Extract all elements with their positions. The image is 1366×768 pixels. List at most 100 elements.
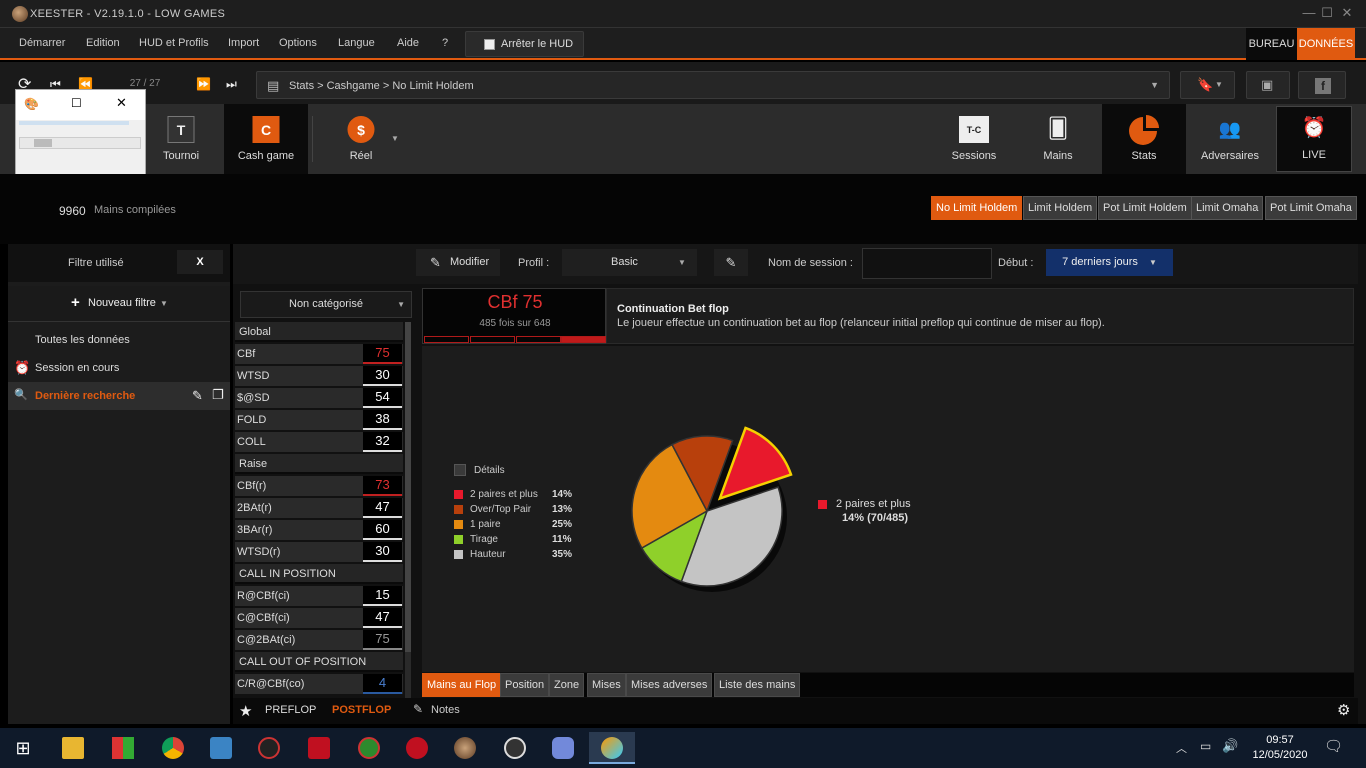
sessions-button[interactable]: T-C Sessions xyxy=(944,104,1004,174)
profil-select[interactable]: Basic ▼ xyxy=(562,249,697,276)
menu-langue[interactable]: Langue xyxy=(338,37,375,49)
taskbar-clock[interactable]: 09:57 12/05/2020 xyxy=(1245,733,1315,763)
breadcrumb[interactable]: ▤ Stats > Cashgame > No Limit Holdem ▼ xyxy=(256,71,1170,99)
notes-button[interactable]: Notes xyxy=(431,704,460,716)
tab-mains-au-flop[interactable]: Mains au Flop xyxy=(422,673,502,697)
game-lo-button[interactable]: Limit Omaha xyxy=(1191,196,1264,220)
app-window-icon[interactable] xyxy=(198,732,244,764)
modifier-button[interactable]: ✎ Modifier xyxy=(416,249,500,276)
paint-3d-icon[interactable] xyxy=(589,732,635,764)
game-plo-button[interactable]: Pot Limit Omaha xyxy=(1265,196,1357,220)
stat-row[interactable]: WTSD 30 xyxy=(235,366,403,386)
clipboard-button[interactable]: ▣ xyxy=(1246,71,1290,99)
bureau-tab[interactable]: BUREAU xyxy=(1246,28,1297,60)
last-page-icon[interactable]: ⏭ xyxy=(226,77,237,92)
tab-mises[interactable]: Mises xyxy=(587,673,626,697)
category-select[interactable]: Non catégorisé ▼ xyxy=(240,291,412,318)
discord-icon[interactable] xyxy=(540,732,586,764)
chevron-down-icon[interactable]: ▼ xyxy=(391,134,399,143)
facebook-button[interactable]: f xyxy=(1298,71,1346,99)
debut-select[interactable]: 7 derniers jours ▼ xyxy=(1046,249,1173,276)
maximize-icon[interactable]: ☐ xyxy=(71,96,82,110)
obs-icon[interactable] xyxy=(492,732,538,764)
preflop-tab[interactable]: PREFLOP xyxy=(265,704,316,716)
sidebar-item-all-data[interactable]: Toutes les données xyxy=(8,326,230,354)
volume-icon[interactable]: 🔊 xyxy=(1222,738,1238,754)
pokerstars-icon[interactable] xyxy=(394,732,440,764)
game-nlh-button[interactable]: No Limit Holdem xyxy=(931,196,1023,220)
game-lh-button[interactable]: Limit Holdem xyxy=(1023,196,1098,220)
pencil-icon[interactable]: ✎ xyxy=(192,388,203,404)
stat-row[interactable]: R@CBf(ci) 15 xyxy=(235,586,403,606)
tab-zone[interactable]: Zone xyxy=(549,673,585,697)
donnees-tab[interactable]: DONNÉES xyxy=(1297,28,1355,60)
legend-details-toggle[interactable]: Détails xyxy=(454,464,604,478)
mains-button[interactable]: 🂠 Mains xyxy=(1028,104,1088,174)
game-plh-button[interactable]: Pot Limit Holdem xyxy=(1098,196,1192,220)
tournoi-button[interactable]: T Tournoi xyxy=(150,104,212,174)
menu-demarrer[interactable]: Démarrer xyxy=(19,37,65,49)
stat-row[interactable]: C@CBf(ci) 47 xyxy=(235,608,403,628)
stat-row[interactable]: COLL 32 xyxy=(235,432,403,452)
cash-game-button[interactable]: C Cash game xyxy=(224,104,308,174)
stat-row[interactable]: C/R@CBf(co) 4 xyxy=(235,674,403,694)
stat-row[interactable]: 3BAr(r) 60 xyxy=(235,520,403,540)
tab-liste-des-mains[interactable]: Liste des mains xyxy=(714,673,801,697)
stat-row[interactable]: WTSD(r) 30 xyxy=(235,542,403,562)
stat-row[interactable]: FOLD 38 xyxy=(235,410,403,430)
chevron-up-icon[interactable]: ︿ xyxy=(1176,740,1187,756)
poker-app-icon[interactable] xyxy=(246,732,292,764)
poker-chip-icon[interactable] xyxy=(346,732,392,764)
sidebar-item-current-session[interactable]: ⏰ Session en cours xyxy=(8,354,230,382)
star-icon[interactable]: ★ xyxy=(239,702,252,720)
menu-aide[interactable]: Aide xyxy=(397,37,419,49)
file-explorer-icon[interactable] xyxy=(50,732,96,764)
paint-app-icon[interactable] xyxy=(100,732,146,764)
chevron-down-icon[interactable]: ▼ xyxy=(1150,80,1159,90)
stat-row[interactable]: CBf 75 xyxy=(235,344,403,364)
scroll-thumb[interactable] xyxy=(34,139,52,147)
reel-button[interactable]: $ Réel xyxy=(330,104,392,174)
windows-start-icon[interactable]: ⊞ xyxy=(0,732,46,764)
bookmark-button[interactable]: 🔖 ▼ xyxy=(1180,71,1235,99)
menu-edition[interactable]: Edition xyxy=(86,37,120,49)
stat-row[interactable]: $@SD 54 xyxy=(235,388,403,408)
maximize-icon[interactable]: ☐ xyxy=(1318,5,1336,23)
horizontal-scrollbar[interactable] xyxy=(19,137,141,149)
stats-button[interactable]: Stats xyxy=(1102,104,1186,174)
session-name-input[interactable] xyxy=(862,248,992,279)
adversaires-button[interactable]: 👥 Adversaires xyxy=(1190,104,1270,174)
battery-icon[interactable]: ▭ xyxy=(1200,739,1211,753)
notification-icon[interactable]: 🗨 xyxy=(1324,737,1343,755)
settings-gear-icon[interactable]: ⚙ xyxy=(1337,701,1350,719)
menu-hud-profils[interactable]: HUD et Profils xyxy=(139,37,209,49)
chrome-icon[interactable] xyxy=(150,732,196,764)
tab-position[interactable]: Position xyxy=(500,673,550,697)
close-icon[interactable]: ✕ xyxy=(116,95,127,111)
winamax-icon[interactable] xyxy=(296,732,342,764)
menu-help[interactable]: ? xyxy=(442,37,448,49)
xeester-app-icon[interactable] xyxy=(442,732,488,764)
tab-mises-adverses[interactable]: Mises adverses xyxy=(626,673,713,697)
next-page-icon[interactable]: ⏩ xyxy=(196,77,211,91)
clear-filter-button[interactable]: X xyxy=(177,250,223,274)
minimize-icon[interactable]: — xyxy=(1300,5,1318,23)
hud-checkbox[interactable] xyxy=(484,39,495,50)
copy-icon[interactable]: ❐ xyxy=(212,387,224,403)
scroll-thumb[interactable] xyxy=(405,322,411,652)
stat-row[interactable]: C@2BAt(ci) 75 xyxy=(235,630,403,650)
close-icon[interactable]: ✕ xyxy=(1338,5,1356,23)
new-filter-button[interactable]: + Nouveau filtre ▼ xyxy=(8,286,230,322)
live-button[interactable]: ⏰ LIVE xyxy=(1276,106,1352,172)
menu-import[interactable]: Import xyxy=(228,37,259,49)
postflop-tab[interactable]: POSTFLOP xyxy=(332,704,391,716)
stat-row[interactable]: 2BAt(r) 47 xyxy=(235,498,403,518)
menu-options[interactable]: Options xyxy=(279,37,317,49)
edit-profile-pencil-icon[interactable]: ✎ xyxy=(714,249,748,276)
pie-chart[interactable] xyxy=(612,426,802,596)
stop-hud-button[interactable]: Arrêter le HUD xyxy=(465,31,584,57)
stat-list-scrollbar[interactable] xyxy=(405,322,411,698)
details-checkbox[interactable] xyxy=(454,464,466,476)
floating-window[interactable]: 🎨 ☐ ✕ xyxy=(15,89,146,179)
sidebar-item-last-search[interactable]: 🔍 Dernière recherche ✎ ❐ xyxy=(8,382,230,410)
